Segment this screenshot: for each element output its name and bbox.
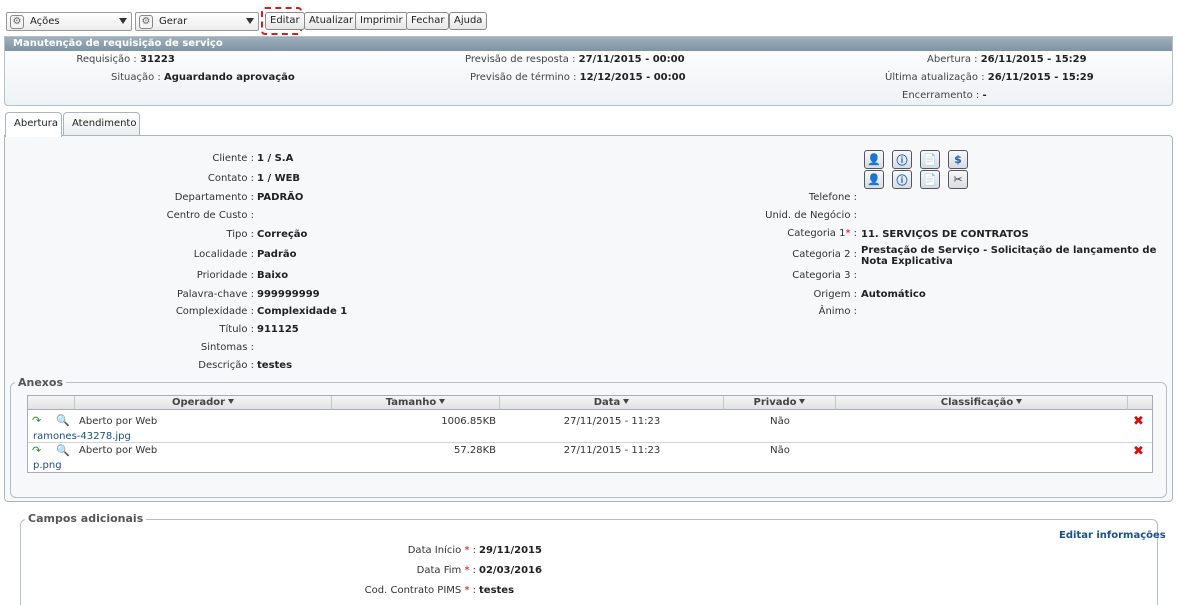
- departamento-value: PADRÃO: [257, 192, 304, 203]
- anexo-file-link[interactable]: ramones-43278.jpg: [33, 431, 131, 442]
- previsao-resposta-field: Previsão de resposta : 27/11/2015 - 00:0…: [465, 54, 685, 65]
- descricao-value: testes: [257, 360, 293, 371]
- page-title: Manutenção de requisição de serviço: [5, 37, 1172, 51]
- col-operador[interactable]: Operador: [75, 396, 332, 410]
- previsao-termino-field: Previsão de término : 12/12/2015 - 00:00: [470, 72, 686, 83]
- imprimir-button[interactable]: Imprimir: [355, 12, 408, 30]
- header-panel: Manutenção de requisição de serviço: [4, 36, 1173, 106]
- money-icon[interactable]: $: [948, 150, 968, 169]
- departamento-label: Departamento :: [174, 192, 254, 203]
- titulo-value: 911125: [257, 324, 299, 335]
- chevron-down-icon: [246, 18, 254, 24]
- col-classificacao[interactable]: Classificação: [836, 396, 1128, 410]
- acoes-dropdown[interactable]: ⚙ Ações: [6, 12, 132, 31]
- delete-icon[interactable]: ✖: [1133, 415, 1145, 428]
- cliente-value: 1 / S.A: [257, 153, 294, 164]
- search-icon[interactable]: 🔍: [56, 445, 70, 457]
- tipo-label: Tipo :: [226, 229, 254, 240]
- anexos-legend: Anexos: [15, 376, 67, 389]
- info-icon[interactable]: ⓘ: [892, 170, 912, 189]
- editar-button[interactable]: Editar: [265, 12, 305, 30]
- prioridade-value: Baixo: [257, 270, 289, 281]
- tools-icon[interactable]: ✂: [948, 170, 968, 189]
- anexo-data: 27/11/2015 - 11:23: [563, 416, 661, 427]
- user-icon[interactable]: 👤: [864, 170, 884, 189]
- campos-legend: Campos adicionais: [25, 512, 147, 525]
- download-icon[interactable]: ↷: [32, 415, 41, 427]
- document-icon[interactable]: 📄: [920, 170, 940, 189]
- categoria3-label: Categoria 3 :: [792, 270, 857, 281]
- gear-icon: ⚙: [10, 14, 24, 29]
- anexo-operador: Aberto por Web: [79, 445, 158, 456]
- acoes-label: Ações: [30, 16, 60, 27]
- col-privado[interactable]: Privado: [724, 396, 836, 410]
- anexo-operador: Aberto por Web: [79, 416, 158, 427]
- localidade-value: Padrão: [257, 249, 297, 260]
- chevron-down-icon: [119, 18, 127, 24]
- origem-value: Automático: [861, 289, 926, 300]
- anexo-file-link[interactable]: p.png: [33, 460, 62, 471]
- animo-label: Ânimo :: [818, 306, 857, 317]
- localidade-label: Localidade :: [193, 249, 254, 260]
- complexidade-label: Complexidade :: [175, 306, 254, 317]
- download-icon[interactable]: ↷: [32, 445, 41, 457]
- delete-icon[interactable]: ✖: [1133, 445, 1145, 458]
- data-inicio-label: Data Início * :: [407, 545, 476, 556]
- categoria1-label: Categoria 1* :: [787, 228, 857, 239]
- atualizar-button[interactable]: Atualizar: [304, 12, 359, 30]
- titulo-label: Título :: [219, 324, 254, 335]
- ajuda-button[interactable]: Ajuda: [449, 12, 488, 30]
- tipo-value: Correção: [257, 229, 308, 240]
- cod-contrato-label: Cod. Contrato PIMS * :: [364, 585, 476, 596]
- categoria1-value: 11. SERVIÇOS DE CONTRATOS: [861, 229, 1029, 240]
- contato-value: 1 / WEB: [257, 173, 301, 184]
- ultima-atualizacao-field: Última atualização : 26/11/2015 - 15:29: [885, 72, 1094, 83]
- fechar-button[interactable]: Fechar: [406, 12, 450, 30]
- tab-abertura[interactable]: Abertura: [5, 112, 62, 137]
- gerar-label: Gerar: [159, 16, 188, 27]
- info-icon[interactable]: ⓘ: [892, 150, 912, 169]
- abertura-field: Abertura : 26/11/2015 - 15:29: [927, 54, 1087, 65]
- anexo-tamanho: 1006.85KB: [441, 416, 496, 427]
- descricao-label: Descrição :: [198, 360, 254, 371]
- situacao-field: Situação : Aguardando aprovação: [111, 72, 295, 83]
- anexo-data: 27/11/2015 - 11:23: [563, 445, 661, 456]
- origem-label: Origem :: [813, 289, 857, 300]
- centro-custo-label: Centro de Custo :: [166, 210, 254, 221]
- data-inicio-value: 29/11/2015: [479, 545, 542, 556]
- complexidade-value: Complexidade 1: [257, 306, 348, 317]
- col-icons: [28, 396, 75, 410]
- palavra-chave-value: 999999999: [257, 289, 320, 300]
- contato-label: Contato :: [207, 173, 254, 184]
- prioridade-label: Prioridade :: [196, 270, 254, 281]
- sintomas-label: Sintomas :: [200, 342, 254, 353]
- campos-fieldset: [20, 519, 1158, 605]
- data-fim-value: 02/03/2016: [479, 565, 542, 576]
- categoria2-label: Categoria 2 :: [792, 249, 857, 260]
- col-actions: [1128, 396, 1152, 410]
- search-icon[interactable]: 🔍: [56, 415, 70, 427]
- telefone-label: Telefone :: [808, 192, 857, 203]
- required-marker: *: [845, 228, 851, 239]
- anexo-privado: Não: [770, 445, 790, 456]
- gear-icon: ⚙: [139, 14, 153, 29]
- cod-contrato-value: testes: [479, 585, 515, 596]
- gerar-dropdown[interactable]: ⚙ Gerar: [135, 12, 259, 31]
- palavra-chave-label: Palavra-chave :: [177, 289, 254, 300]
- categoria2-value: Prestação de Serviço - Solicitação de la…: [861, 245, 1157, 267]
- anexo-privado: Não: [770, 416, 790, 427]
- requisicao-field: Requisição : 31223: [76, 54, 175, 65]
- tab-atendimento[interactable]: Atendimento: [63, 112, 140, 136]
- col-data[interactable]: Data: [500, 396, 724, 410]
- encerramento-field: Encerramento : -: [902, 90, 987, 101]
- user-icon[interactable]: 👤: [864, 150, 884, 169]
- anexos-table: Operador Tamanho Data Privado Classifica…: [27, 395, 1153, 473]
- editar-informacoes-link[interactable]: Editar informações: [1059, 530, 1166, 541]
- unid-negocio-label: Unid. de Negócio :: [765, 210, 857, 221]
- col-tamanho[interactable]: Tamanho: [332, 396, 500, 410]
- data-fim-label: Data Fim * :: [416, 565, 476, 576]
- document-icon[interactable]: 📄: [920, 150, 940, 169]
- cliente-label: Cliente :: [212, 153, 254, 164]
- anexo-tamanho: 57.28KB: [453, 445, 496, 456]
